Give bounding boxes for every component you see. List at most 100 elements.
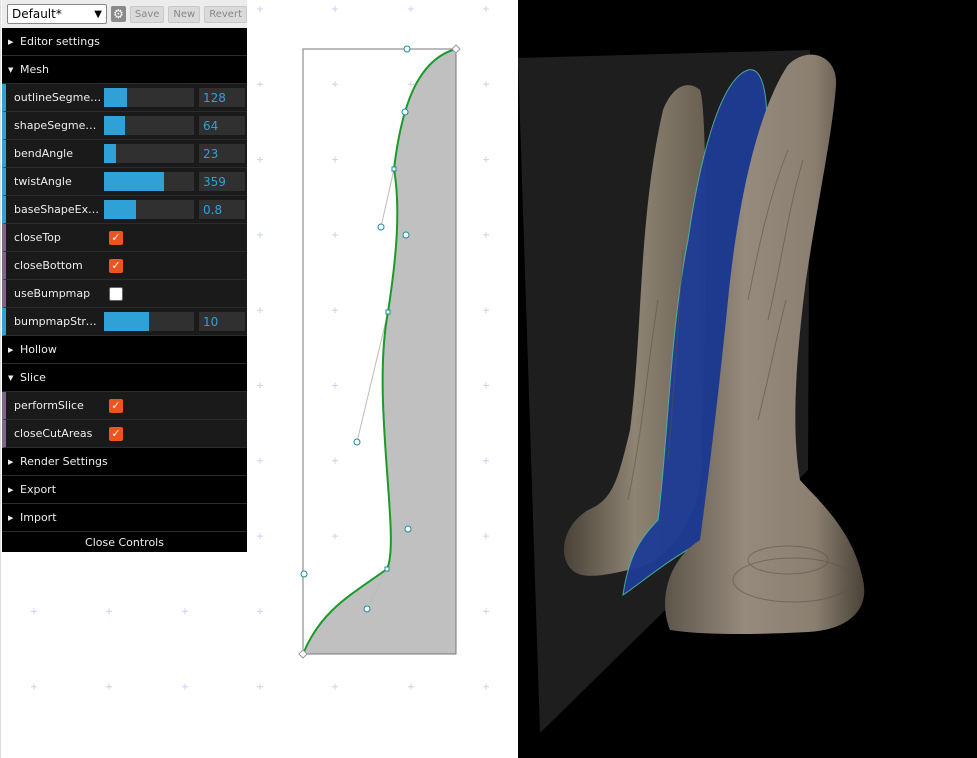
grid-cross [106, 608, 112, 615]
grid-cross [257, 81, 263, 88]
grid-cross [31, 608, 37, 615]
close-cut-areas-checkbox[interactable]: ✓ [109, 426, 123, 441]
folder-mesh[interactable]: ▼ Mesh [2, 56, 247, 84]
preset-select[interactable]: Default* ▼ [7, 4, 107, 24]
grid-cross [483, 81, 489, 88]
control-point[interactable] [363, 605, 371, 613]
twist-angle-input[interactable]: 359 [199, 172, 245, 191]
grid-cross [332, 81, 338, 88]
3d-scene[interactable] [518, 0, 977, 758]
folder-title: Mesh [20, 63, 49, 76]
grid-cross [483, 608, 489, 615]
control-point[interactable] [401, 108, 409, 116]
control-close-cut-areas: closeCutAreas ✓ [2, 420, 247, 448]
new-button[interactable]: New [168, 5, 201, 23]
control-point[interactable] [404, 525, 412, 533]
bumpmap-strength-input[interactable]: 10 [199, 312, 245, 331]
caret-right-icon: ▶ [8, 457, 14, 466]
perform-slice-checkbox[interactable]: ✓ [109, 398, 123, 413]
anchor-point[interactable] [391, 166, 397, 172]
grid-cross [257, 231, 263, 238]
folder-title: Editor settings [20, 35, 100, 48]
control-label: closeBottom [14, 259, 83, 272]
grid-cross [257, 156, 263, 163]
caret-right-icon: ▶ [8, 37, 14, 46]
control-panel: Default* ▼ ⚙ Save New Revert ▶ Editor se… [2, 0, 247, 552]
control-label: shapeSegmen… [14, 119, 102, 132]
control-shape-segments: shapeSegmen… 64 [2, 112, 247, 140]
slider-fill [104, 116, 125, 135]
grid-cross [332, 382, 338, 389]
folder-hollow[interactable]: ▶ Hollow [2, 336, 247, 364]
folder-render-settings[interactable]: ▶ Render Settings [2, 448, 247, 476]
grid-cross [332, 533, 338, 540]
slider-fill [104, 144, 116, 163]
grid-cross [483, 457, 489, 464]
grid-cross [408, 6, 414, 12]
grid-cross [182, 608, 188, 615]
bend-angle-slider[interactable] [104, 144, 194, 163]
handle-line [380, 168, 395, 228]
control-point[interactable] [353, 438, 361, 446]
control-label: useBumpmap [14, 287, 91, 300]
gear-icon[interactable]: ⚙ [110, 6, 126, 22]
folder-title: Import [20, 511, 57, 524]
grid-cross [332, 683, 338, 690]
close-top-checkbox[interactable]: ✓ [109, 230, 123, 245]
grid-cross [483, 6, 489, 12]
folder-slice[interactable]: ▼ Slice [2, 364, 247, 392]
twist-angle-slider[interactable] [104, 172, 194, 191]
grid-cross [257, 608, 263, 615]
control-label: closeTop [14, 231, 61, 244]
close-controls-button[interactable]: Close Controls [2, 532, 247, 552]
slider-fill [104, 312, 149, 331]
revert-button[interactable]: Revert [204, 5, 247, 23]
folder-editor-settings[interactable]: ▶ Editor settings [2, 28, 247, 56]
folder-import[interactable]: ▶ Import [2, 504, 247, 532]
use-bumpmap-checkbox[interactable] [109, 286, 123, 301]
save-button[interactable]: Save [129, 5, 165, 23]
folder-title: Slice [20, 371, 46, 384]
control-label: closeCutAreas [14, 427, 93, 440]
control-use-bumpmap: useBumpmap [2, 280, 247, 308]
caret-down-icon: ▼ [8, 373, 14, 382]
grid-cross [332, 457, 338, 464]
bumpmap-strength-slider[interactable] [104, 312, 194, 331]
base-shape-exc-slider[interactable] [104, 200, 194, 219]
caret-down-icon: ▼ [8, 65, 14, 74]
3d-viewport[interactable] [518, 0, 977, 758]
control-bend-angle: bendAngle 23 [2, 140, 247, 168]
control-close-bottom: closeBottom ✓ [2, 252, 247, 280]
anchor-point[interactable] [385, 309, 391, 315]
base-shape-exc-input[interactable]: 0.8 [199, 200, 245, 219]
close-bottom-checkbox[interactable]: ✓ [109, 258, 123, 273]
grid-cross [332, 231, 338, 238]
control-point[interactable] [377, 223, 385, 231]
grid-cross [332, 6, 338, 12]
control-close-top: closeTop ✓ [2, 224, 247, 252]
control-point[interactable] [403, 45, 411, 53]
bend-angle-input[interactable]: 23 [199, 144, 245, 163]
control-label: bendAngle [14, 147, 74, 160]
grid-cross [483, 382, 489, 389]
outline-segments-slider[interactable] [104, 88, 194, 107]
grid-cross [31, 683, 37, 690]
control-base-shape-exc: baseShapeExc… 0.8 [2, 196, 247, 224]
shape-segments-input[interactable]: 64 [199, 116, 245, 135]
grid-cross [257, 382, 263, 389]
grid-cross [257, 533, 263, 540]
control-point[interactable] [402, 231, 410, 239]
anchor-point[interactable] [384, 566, 390, 572]
grid-cross [257, 457, 263, 464]
caret-right-icon: ▶ [8, 513, 14, 522]
chevron-down-icon: ▼ [94, 8, 102, 20]
grid-cross [257, 307, 263, 314]
profile-shape-fill [303, 49, 456, 654]
caret-right-icon: ▶ [8, 345, 14, 354]
control-point[interactable] [300, 570, 308, 578]
folder-export[interactable]: ▶ Export [2, 476, 247, 504]
control-label: baseShapeExc… [14, 203, 102, 216]
outline-segments-input[interactable]: 128 [199, 88, 245, 107]
folder-title: Hollow [20, 343, 57, 356]
shape-segments-slider[interactable] [104, 116, 194, 135]
